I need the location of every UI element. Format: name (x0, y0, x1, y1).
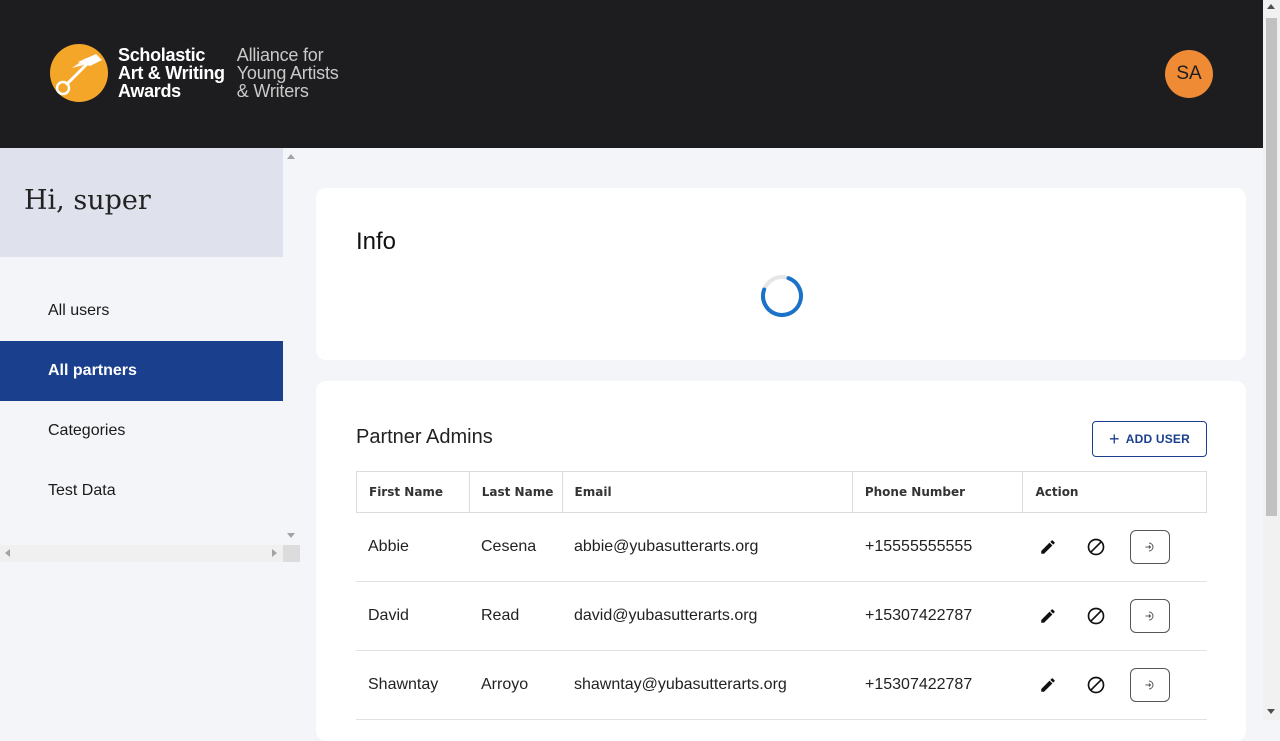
cell-first-name: Abbie (368, 538, 409, 555)
cell-email: abbie@yubasutterarts.org (574, 538, 759, 555)
partner-admins-title: Partner Admins (356, 426, 493, 448)
sidebar-item-label: Categories (48, 422, 126, 439)
login-as-icon (1145, 680, 1154, 690)
block-icon[interactable] (1084, 604, 1108, 628)
login-as-icon (1145, 542, 1154, 552)
sidebar-item-label: All users (48, 302, 110, 319)
info-title: Info (356, 228, 397, 255)
scroll-left-arrow-icon[interactable] (5, 549, 10, 557)
scroll-right-arrow-icon[interactable] (272, 549, 277, 557)
app-header: Scholastic Art & Writing Awards Alliance… (0, 0, 1263, 148)
partner-admins-table: First Name Last Name Email Phone Number … (356, 471, 1207, 720)
cell-phone: +15555555555 (865, 538, 973, 555)
cell-last-name: Cesena (481, 538, 537, 555)
sidebar: Hi, super All users All partners Categor… (0, 148, 300, 720)
cell-phone: +15307422787 (865, 607, 973, 624)
table-header: First Name Last Name Email Phone Number … (356, 471, 1207, 513)
plus-icon: + (1109, 429, 1120, 449)
info-card: Info (316, 188, 1246, 360)
page-scrollbar[interactable] (1263, 0, 1280, 720)
cell-email: david@yubasutterarts.org (574, 607, 758, 624)
login-as-button[interactable] (1130, 530, 1170, 564)
add-user-label: ADD USER (1125, 432, 1190, 446)
sidebar-item-all-users[interactable]: All users (0, 281, 283, 341)
cell-last-name: Arroyo (481, 676, 529, 693)
login-as-button[interactable] (1130, 668, 1170, 702)
user-avatar[interactable]: SA (1165, 50, 1213, 98)
cell-actions (1024, 513, 1207, 581)
scroll-down-arrow-icon[interactable] (287, 533, 295, 538)
login-as-icon (1145, 611, 1154, 621)
scroll-up-arrow-icon[interactable] (1267, 4, 1275, 9)
column-header-phone-number[interactable]: Phone Number (853, 472, 1024, 512)
greeting-text: Hi, super (24, 185, 151, 216)
table-row: David Read david@yubasutterarts.org +153… (356, 582, 1207, 651)
cell-actions (1024, 582, 1207, 650)
column-header-first-name[interactable]: First Name (357, 472, 470, 512)
greeting-banner: Hi, super (0, 148, 283, 257)
login-as-button[interactable] (1130, 599, 1170, 633)
lamp-key-icon (50, 44, 108, 102)
block-icon[interactable] (1084, 535, 1108, 559)
scrollbar-corner (283, 545, 300, 562)
logo-subtitle: Alliance for Young Artists & Writers (236, 45, 339, 101)
column-header-last-name[interactable]: Last Name (470, 472, 563, 512)
scholastic-logo[interactable]: Scholastic Art & Writing Awards Alliance… (50, 44, 339, 102)
table-row: Shawntay Arroyo shawntay@yubasutterarts.… (356, 651, 1207, 720)
logo-title: Scholastic Art & Writing Awards (118, 45, 225, 101)
cell-first-name: David (368, 607, 409, 624)
sidebar-item-all-partners[interactable]: All partners (0, 341, 283, 401)
partner-admins-card: Partner Admins + ADD USER First Name Las… (316, 381, 1246, 741)
sidebar-nav: Hi, super All users All partners Categor… (0, 148, 283, 545)
sidebar-item-test-data[interactable]: Test Data (0, 461, 283, 521)
loading-spinner-icon (761, 275, 803, 317)
column-header-email[interactable]: Email (563, 472, 853, 512)
table-row: Abbie Cesena abbie@yubasutterarts.org +1… (356, 513, 1207, 582)
edit-icon[interactable] (1036, 673, 1060, 697)
cell-actions (1024, 651, 1207, 719)
page-scrollbar-thumb[interactable] (1266, 18, 1277, 516)
scroll-up-arrow-icon[interactable] (287, 154, 295, 159)
cell-last-name: Read (481, 607, 520, 624)
scroll-down-arrow-icon[interactable] (1267, 709, 1275, 714)
cell-first-name: Shawntay (368, 676, 439, 693)
sidebar-item-label: All partners (48, 362, 137, 379)
block-icon[interactable] (1084, 673, 1108, 697)
cell-email: shawntay@yubasutterarts.org (574, 676, 787, 693)
edit-icon[interactable] (1036, 604, 1060, 628)
column-header-action: Action (1035, 485, 1079, 499)
sidebar-horizontal-scrollbar[interactable] (0, 545, 283, 562)
add-user-button[interactable]: + ADD USER (1092, 421, 1207, 457)
edit-icon[interactable] (1036, 535, 1060, 559)
sidebar-item-label: Test Data (48, 482, 116, 499)
sidebar-vertical-scrollbar[interactable] (283, 148, 300, 545)
cell-phone: +15307422787 (865, 676, 973, 693)
sidebar-item-categories[interactable]: Categories (0, 401, 283, 461)
